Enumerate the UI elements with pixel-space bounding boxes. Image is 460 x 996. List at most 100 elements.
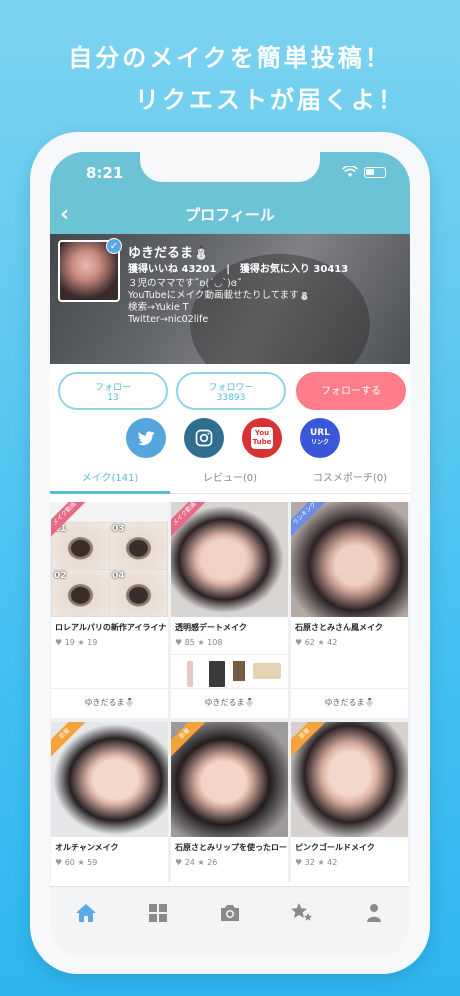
fav-count: 59 bbox=[87, 858, 98, 867]
card-stats: ♥ 85 ★ 108 bbox=[175, 638, 222, 647]
camera-icon[interactable] bbox=[218, 901, 242, 925]
bio-line: YouTubeにメイク動画載せたりしてます⛄ bbox=[128, 290, 311, 301]
profile-header: ✓ ゆきだるま⛄ 獲得いいね 43201 | 獲得お気に入り 30413 ３児の… bbox=[50, 234, 410, 364]
makeup-card[interactable]: 新着 ピンクゴールドメイク ♥ 32 ★ 42 bbox=[291, 722, 408, 882]
wifi-icon bbox=[342, 166, 358, 177]
followers-button[interactable]: フォロワー 33893 bbox=[176, 372, 286, 410]
eye-label: 03 bbox=[112, 524, 125, 534]
card-title: ロレアルパリの新作アイライナー bbox=[55, 623, 167, 632]
card-author: ゆきだるま⛄ bbox=[51, 688, 168, 708]
card-image bbox=[51, 722, 168, 837]
makeup-card[interactable]: 新着 石原さとみリップを使ったローズ… ♥ 24 ★ 26 bbox=[171, 722, 288, 882]
makeup-card[interactable]: ランキング 石原さとみさん風メイク ♥ 62 ★ 42 ゆきだるま⛄ bbox=[291, 502, 408, 718]
grid-icon[interactable] bbox=[146, 901, 170, 925]
following-label: フォロー bbox=[94, 383, 131, 393]
like-count: 62 bbox=[304, 638, 315, 647]
twitter-icon[interactable] bbox=[126, 418, 166, 458]
card-title: 石原さとみリップを使ったローズ… bbox=[175, 843, 287, 852]
profile-name: ゆきだるま⛄ bbox=[128, 246, 210, 261]
card-stats: ♥ 24 ★ 26 bbox=[175, 858, 217, 867]
card-image: 01 03 02 04 bbox=[51, 502, 168, 617]
profile-tabs: メイク(141) レビュー(0) コスメポーチ(0) bbox=[50, 464, 410, 494]
verified-icon: ✓ bbox=[106, 238, 122, 254]
bio-line: 検索→Yukie T bbox=[128, 302, 189, 313]
star-icon: ★ bbox=[197, 858, 205, 867]
card-title: オルチャンメイク bbox=[55, 843, 119, 852]
heart-icon: ♥ bbox=[295, 638, 303, 647]
url-label: URL bbox=[310, 428, 330, 438]
home-icon[interactable] bbox=[74, 901, 98, 925]
heart-icon: ♥ bbox=[295, 858, 303, 867]
tab-cosme-pouch[interactable]: コスメポーチ(0) bbox=[290, 464, 410, 494]
status-time: 8:21 bbox=[86, 164, 124, 182]
powder-product-icon bbox=[253, 663, 281, 679]
makeup-grid: 01 03 02 04 メイク動画 ロレアルパリの新作アイライナー ♥ 19 ★… bbox=[50, 502, 410, 882]
following-count: 13 bbox=[107, 393, 119, 403]
back-icon[interactable]: ‹ bbox=[60, 202, 69, 227]
fav-count: 42 bbox=[327, 858, 338, 867]
card-image bbox=[171, 502, 288, 617]
makeup-card[interactable]: 01 03 02 04 メイク動画 ロレアルパリの新作アイライナー ♥ 19 ★… bbox=[51, 502, 168, 718]
lip-product-icon bbox=[187, 661, 193, 687]
tab-makeup[interactable]: メイク(141) bbox=[50, 464, 170, 494]
bio-line: Twitter→nic02life bbox=[128, 314, 209, 325]
fav-count: 42 bbox=[327, 638, 338, 647]
battery-icon bbox=[364, 166, 386, 178]
heart-icon: ♥ bbox=[175, 858, 183, 867]
fav-count: 108 bbox=[207, 638, 223, 647]
nav-bar: ‹ プロフィール bbox=[50, 196, 410, 234]
url-sublabel: リンク bbox=[310, 439, 329, 446]
star-icon: ★ bbox=[197, 638, 205, 647]
card-stats: ♥ 60 ★ 59 bbox=[55, 858, 97, 867]
card-image bbox=[171, 722, 288, 837]
makeup-card[interactable]: 新着 オルチャンメイク ♥ 60 ★ 59 bbox=[51, 722, 168, 882]
mascara-product-icon bbox=[209, 661, 225, 687]
fav-count: 19 bbox=[87, 638, 98, 647]
profile-icon[interactable] bbox=[362, 901, 386, 925]
heart-icon: ♥ bbox=[175, 638, 183, 647]
bio-line: ３児のママです˚ʚ(´◡`)ɞ˚ bbox=[128, 278, 242, 289]
like-count: 60 bbox=[64, 858, 75, 867]
card-image bbox=[291, 502, 408, 617]
followers-label: フォロワー bbox=[208, 383, 254, 393]
tab-review[interactable]: レビュー(0) bbox=[170, 464, 290, 494]
followers-count: 33893 bbox=[216, 393, 246, 403]
card-title: 透明感デートメイク bbox=[175, 623, 247, 632]
like-count: 85 bbox=[184, 638, 195, 647]
eye-label: 02 bbox=[54, 571, 67, 581]
youtube-label: You Tube bbox=[251, 427, 273, 449]
social-links: You Tube URL リンク bbox=[50, 418, 410, 458]
profile-actions: フォロー 13 フォロワー 33893 フォローする bbox=[50, 364, 410, 416]
card-author: ゆきだるま⛄ bbox=[291, 688, 408, 708]
star-icon: ★ bbox=[317, 638, 325, 647]
link-icon[interactable]: URL リンク bbox=[300, 418, 340, 458]
heart-icon: ♥ bbox=[55, 858, 63, 867]
promo-line-1: 自分のメイクを簡単投稿！ bbox=[68, 44, 392, 72]
profile-stats: 獲得いいね 43201 | 獲得お気に入り 30413 bbox=[128, 264, 349, 275]
star-icon: ★ bbox=[317, 858, 325, 867]
like-count: 19 bbox=[64, 638, 75, 647]
product-thumbnails bbox=[171, 654, 288, 688]
app-screen: 8:21 ‹ プロフィール ✓ ゆきだるま⛄ 獲得いいね 43201 | 獲得お… bbox=[50, 152, 410, 958]
instagram-icon[interactable] bbox=[184, 418, 224, 458]
eye-label: 04 bbox=[112, 571, 125, 581]
makeup-card[interactable]: メイク動画 透明感デートメイク ♥ 85 ★ 108 ゆきだるま⛄ bbox=[171, 502, 288, 718]
fav-count: 26 bbox=[207, 858, 218, 867]
card-title: ピンクゴールドメイク bbox=[295, 843, 375, 852]
card-stats: ♥ 19 ★ 19 bbox=[55, 638, 97, 647]
like-count: 32 bbox=[304, 858, 315, 867]
following-button[interactable]: フォロー 13 bbox=[58, 372, 168, 410]
youtube-icon[interactable]: You Tube bbox=[242, 418, 282, 458]
eyebrow-product-icon bbox=[233, 661, 245, 681]
card-stats: ♥ 32 ★ 42 bbox=[295, 858, 337, 867]
card-title: 石原さとみさん風メイク bbox=[295, 623, 383, 632]
like-count: 24 bbox=[184, 858, 195, 867]
bottom-tab-bar bbox=[50, 886, 410, 958]
page-title: プロフィール bbox=[185, 206, 275, 224]
card-stats: ♥ 62 ★ 42 bbox=[295, 638, 337, 647]
star-icon: ★ bbox=[77, 638, 85, 647]
favorites-icon[interactable] bbox=[290, 901, 314, 925]
card-author: ゆきだるま⛄ bbox=[171, 688, 288, 708]
profile-bio: ３児のママです˚ʚ(´◡`)ɞ˚ YouTubeにメイク動画載せたりしてます⛄ … bbox=[128, 278, 311, 326]
follow-button[interactable]: フォローする bbox=[296, 372, 406, 410]
